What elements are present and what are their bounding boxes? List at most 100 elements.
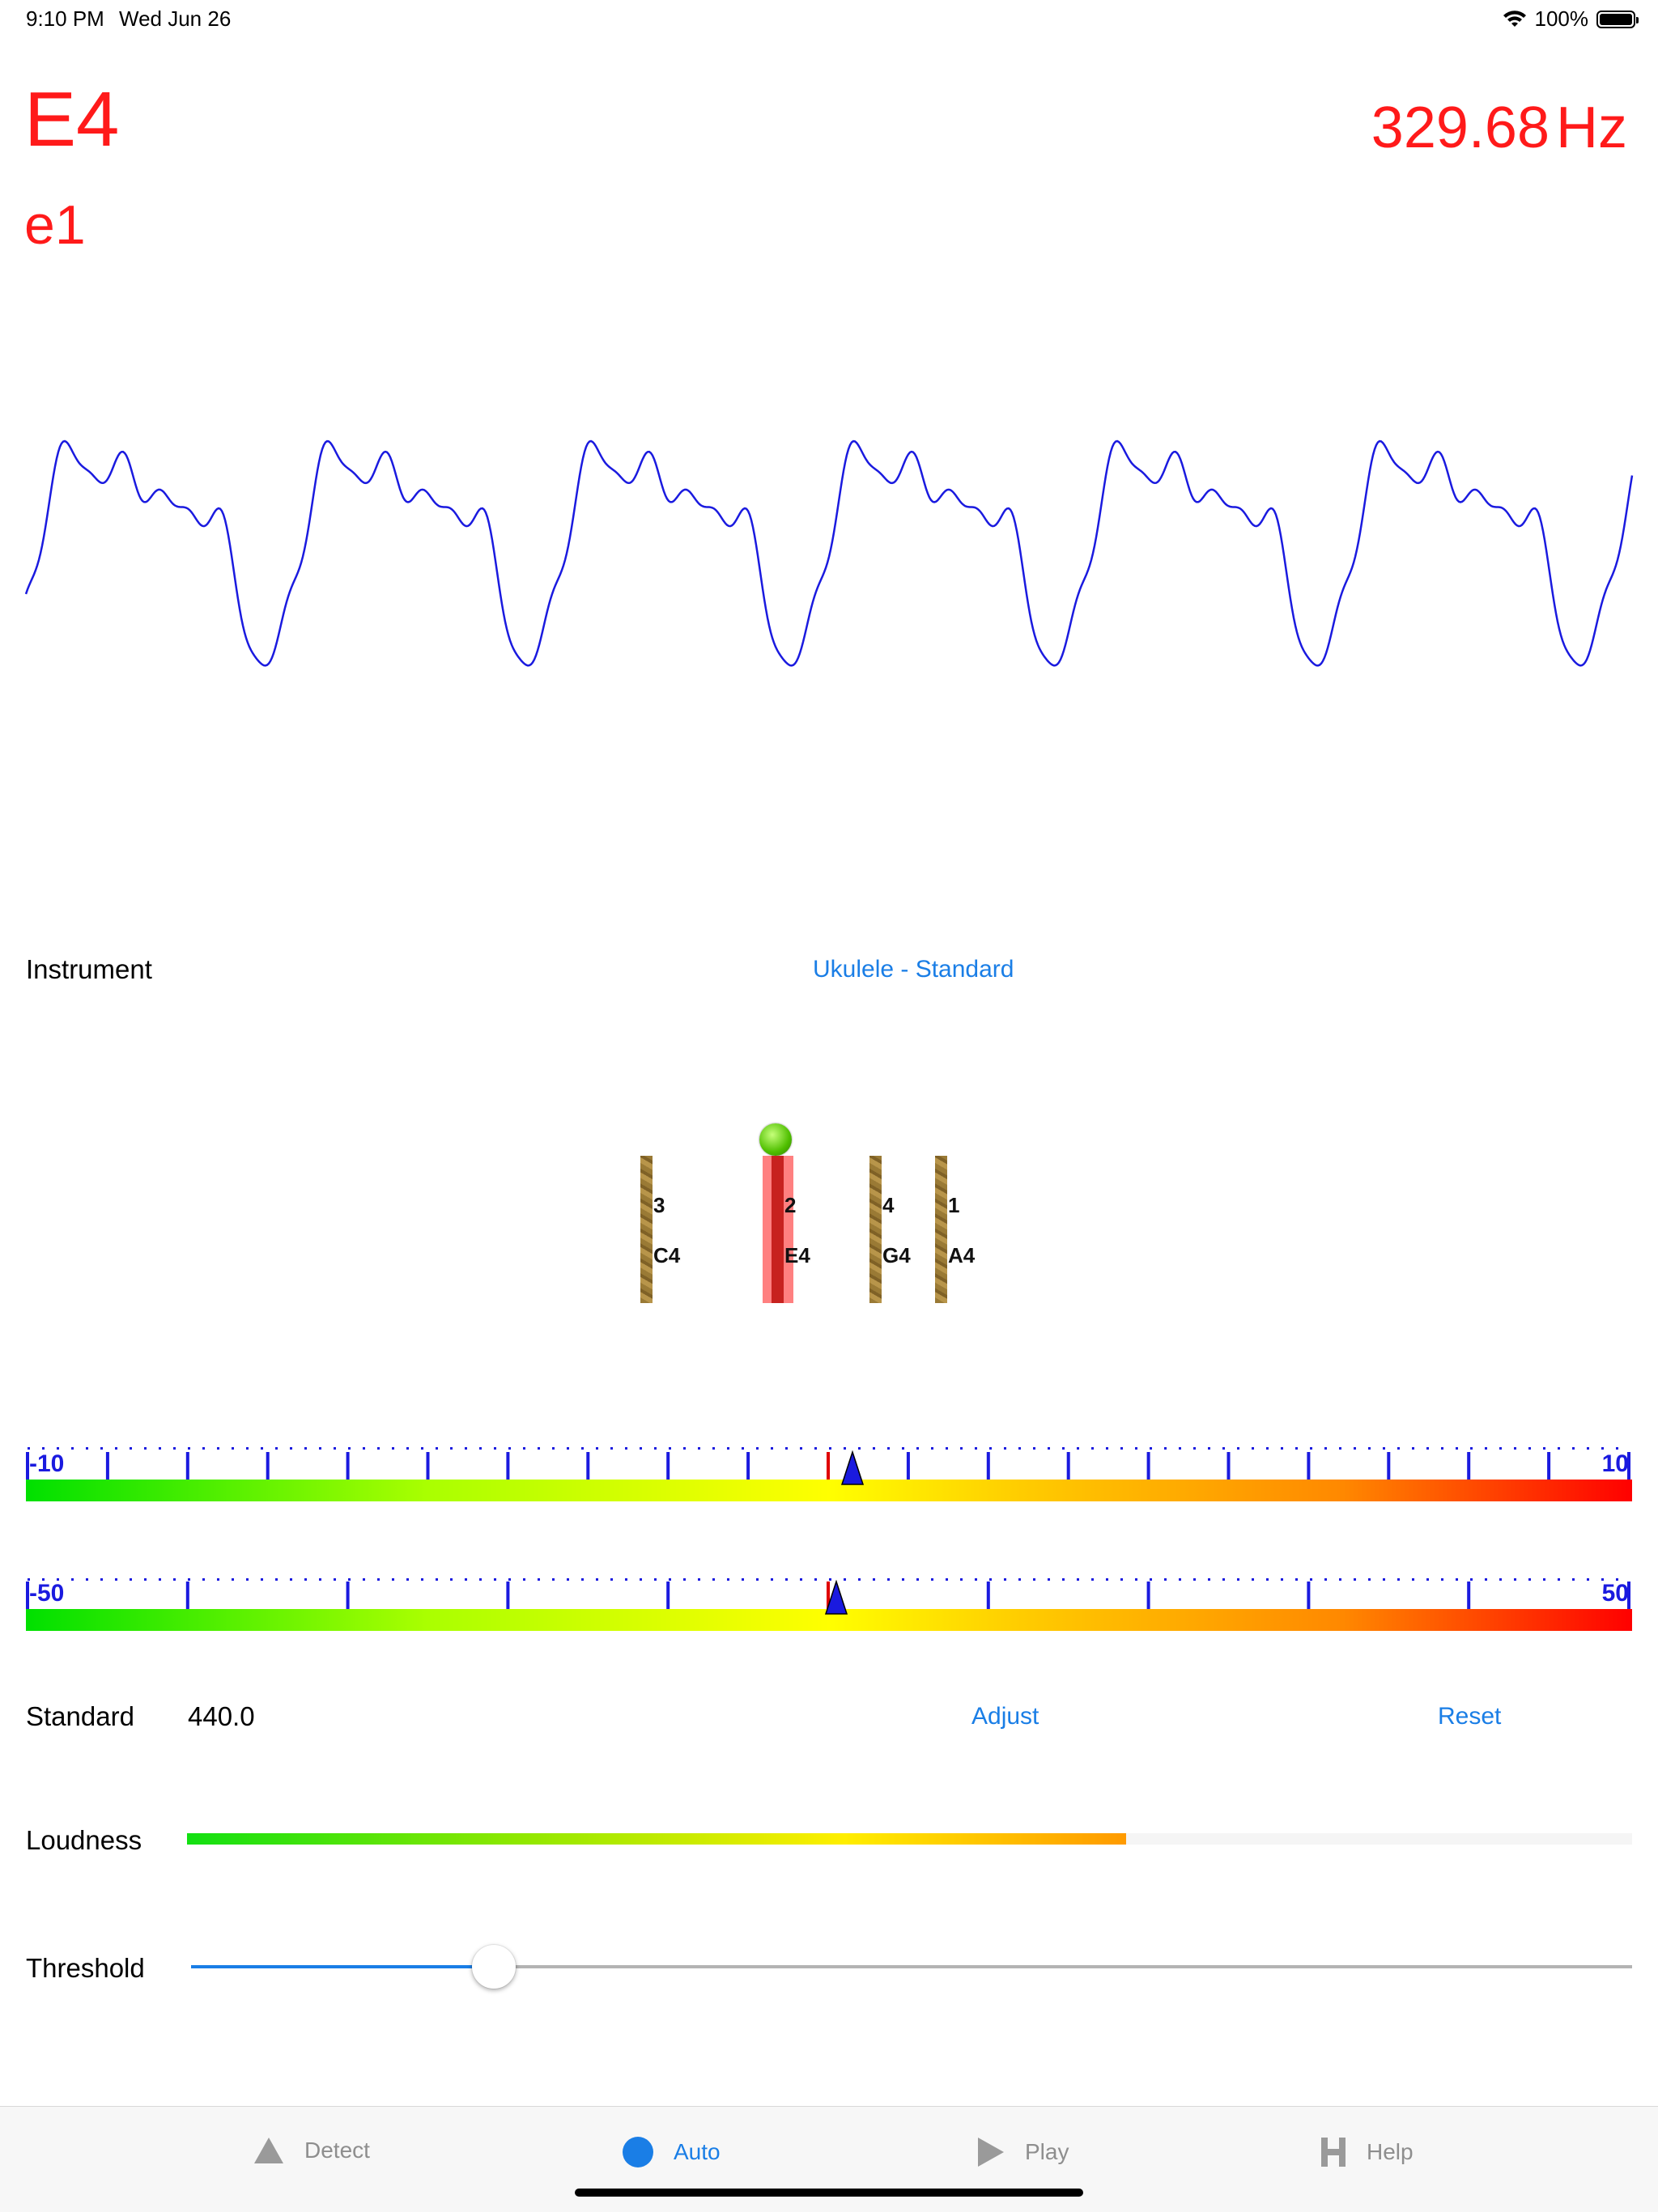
meter-tick <box>105 1452 109 1480</box>
frequency-readout: 329.68 Hz <box>1371 99 1627 157</box>
string-display: 3 C4 2 E4 4 G4 1 A4 <box>0 1117 1658 1327</box>
meter-dot <box>1281 1447 1283 1450</box>
meter-dot <box>1499 1578 1502 1581</box>
meter-dot <box>538 1447 540 1450</box>
meter-dot <box>1499 1447 1502 1450</box>
meter-tick <box>1307 1452 1311 1480</box>
status-right: 100% <box>1503 6 1639 32</box>
meter-dot <box>552 1447 555 1450</box>
string-2-note: E4 <box>784 1243 810 1267</box>
meter-dot <box>800 1447 802 1450</box>
meter-dot <box>1120 1447 1123 1450</box>
meter-dot <box>1077 1578 1079 1581</box>
meter-dot <box>1324 1447 1327 1450</box>
meter-dot <box>1237 1578 1239 1581</box>
meter-dot <box>1033 1447 1035 1450</box>
meter-dot <box>334 1447 336 1450</box>
meter-dot <box>1091 1447 1094 1450</box>
waveform-display <box>24 439 1634 667</box>
meter-dot <box>304 1447 307 1450</box>
meter-dot <box>1324 1578 1327 1581</box>
fine-meter-needle <box>840 1450 864 1485</box>
frequency-unit: Hz <box>1556 96 1627 160</box>
meter-dot <box>232 1578 234 1581</box>
meter-dot <box>1237 1447 1239 1450</box>
string-4-note: G4 <box>882 1243 911 1267</box>
meter-dot <box>1150 1578 1152 1581</box>
meter-dot <box>1222 1578 1225 1581</box>
meter-dot <box>71 1578 74 1581</box>
string-1[interactable]: 1 A4 <box>935 1156 975 1303</box>
coarse-meter-min-label: -50 <box>29 1580 65 1607</box>
meter-dot <box>275 1578 278 1581</box>
meter-tick <box>1467 1582 1471 1609</box>
meter-dot <box>581 1447 584 1450</box>
meter-tick <box>185 1582 189 1609</box>
meter-dot <box>377 1578 380 1581</box>
meter-dot <box>1558 1447 1560 1450</box>
meter-tick <box>586 1452 590 1480</box>
meter-dot <box>610 1578 613 1581</box>
tab-help[interactable]: Help <box>1320 2136 1414 2168</box>
meter-dot <box>1412 1447 1414 1450</box>
threshold-slider-track[interactable] <box>493 1965 1632 1968</box>
instrument-selector[interactable]: Ukulele - Standard <box>813 956 1014 983</box>
meter-tick <box>666 1452 670 1480</box>
meter-dot <box>756 1447 759 1450</box>
meter-tick <box>506 1582 510 1609</box>
meter-dot <box>858 1447 861 1450</box>
meter-dot <box>581 1578 584 1581</box>
meter-dot <box>1456 1447 1458 1450</box>
meter-dot <box>173 1447 176 1450</box>
meter-dot <box>742 1447 744 1450</box>
threshold-label: Threshold <box>26 1953 145 1983</box>
string-4-bar <box>869 1156 882 1303</box>
meter-dot <box>1106 1578 1108 1581</box>
meter-dot <box>975 1447 977 1450</box>
meter-dot <box>858 1578 861 1581</box>
play-icon <box>978 2138 1004 2167</box>
loudness-meter-track <box>1126 1833 1632 1845</box>
tab-auto[interactable]: Auto <box>622 2136 721 2168</box>
meter-dot <box>144 1447 147 1450</box>
meter-dot <box>217 1447 219 1450</box>
meter-dot <box>1456 1578 1458 1581</box>
circle-icon <box>623 2137 653 2167</box>
meter-dot <box>1164 1447 1167 1450</box>
fine-tuning-meter: -10 10 <box>0 1441 1658 1505</box>
wifi-icon <box>1503 10 1526 27</box>
threshold-slider-filled[interactable] <box>191 1965 494 1968</box>
reset-button[interactable]: Reset <box>1438 1703 1501 1730</box>
meter-tick <box>986 1452 990 1480</box>
meter-dot <box>392 1447 394 1450</box>
meter-dot <box>290 1447 292 1450</box>
meter-dot <box>975 1578 977 1581</box>
meter-dot <box>610 1447 613 1450</box>
string-1-bar <box>935 1156 947 1303</box>
note-name: E4 <box>24 76 120 163</box>
meter-dot <box>406 1447 409 1450</box>
status-time: 9:10 PM <box>26 6 104 31</box>
triangle-icon <box>254 2138 283 2163</box>
meter-dot <box>1179 1447 1181 1450</box>
meter-dot <box>844 1447 846 1450</box>
meter-dot <box>1485 1578 1487 1581</box>
adjust-button[interactable]: Adjust <box>971 1703 1039 1730</box>
meter-dot <box>916 1578 919 1581</box>
meter-dot <box>1587 1578 1589 1581</box>
meter-dot <box>71 1447 74 1450</box>
tab-detect[interactable]: Detect <box>253 2136 370 2165</box>
meter-dot <box>1135 1447 1137 1450</box>
coarse-meter-needle <box>824 1580 848 1615</box>
meter-dot <box>596 1447 598 1450</box>
string-3[interactable]: 3 C4 <box>640 1156 680 1303</box>
string-4[interactable]: 4 G4 <box>869 1156 911 1303</box>
meter-dot <box>960 1447 963 1450</box>
meter-dot <box>1354 1578 1356 1581</box>
meter-dot <box>989 1447 992 1450</box>
threshold-slider-thumb[interactable] <box>471 1945 516 1989</box>
meter-dot <box>363 1447 365 1450</box>
string-2[interactable]: 2 E4 <box>772 1156 810 1303</box>
meter-dot <box>1441 1447 1443 1450</box>
tab-play[interactable]: Play <box>976 2136 1069 2168</box>
